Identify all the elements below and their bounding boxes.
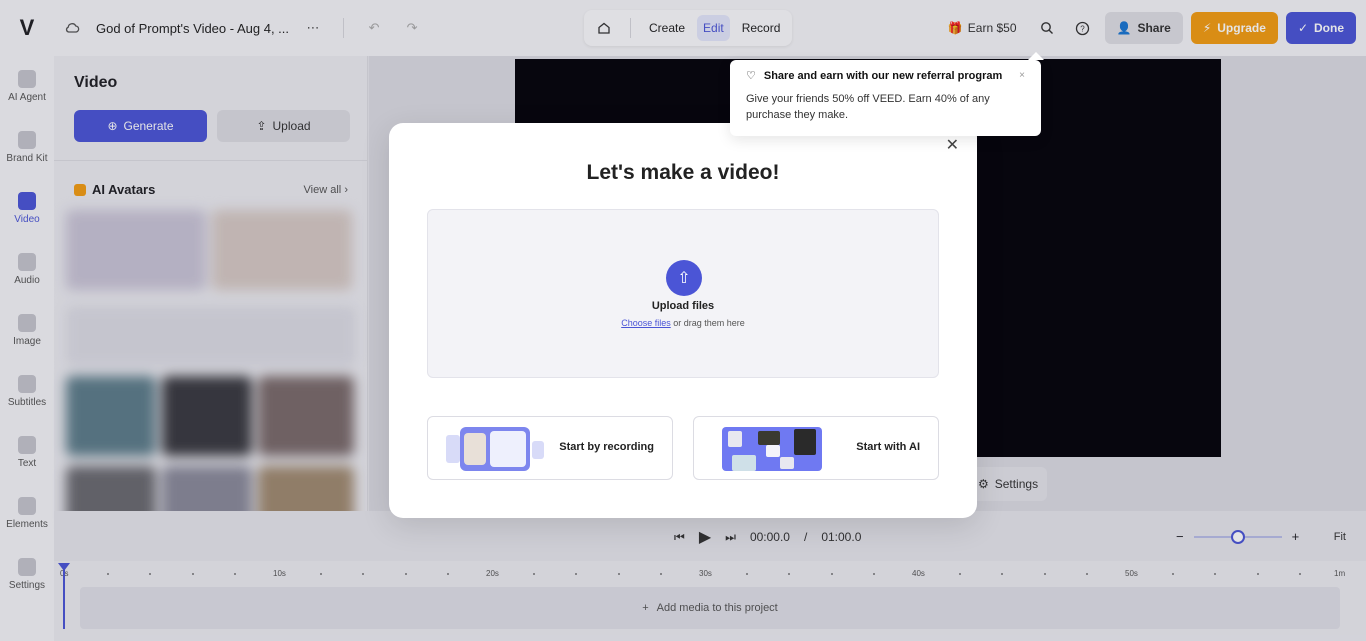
popover-title-row: ♡ Share and earn with our new referral p… (746, 69, 1003, 83)
ai-thumbnail (722, 427, 822, 471)
upload-dropzone[interactable]: ⇧ Upload files Choose files or drag them… (427, 209, 939, 378)
start-ai-card[interactable]: Start with AI (693, 416, 939, 480)
create-video-modal: ✕ Let's make a video! ⇧ Upload files Cho… (389, 123, 977, 518)
upload-subtitle: Choose files or drag them here (428, 318, 938, 328)
drag-text: or drag them here (673, 318, 745, 328)
heart-icon: ♡ (746, 70, 756, 82)
upload-title: Upload files (651, 300, 715, 312)
popover-title: Share and earn with our new referral pro… (763, 69, 1003, 82)
referral-popover: ♡ Share and earn with our new referral p… (730, 52, 1044, 136)
start-recording-label: Start by recording (559, 441, 654, 453)
close-icon[interactable]: ✕ (946, 135, 959, 155)
recording-thumbnail (446, 427, 546, 471)
modal-title: Let's make a video! (586, 161, 780, 184)
popover-body: Give your friends 50% off VEED. Earn 40%… (746, 93, 990, 121)
choose-files-link[interactable]: Choose files (621, 318, 671, 328)
popover-close-icon[interactable]: × (1019, 70, 1025, 81)
start-recording-card[interactable]: Start by recording (427, 416, 673, 480)
start-ai-label: Start with AI (856, 441, 920, 453)
cloud-upload-icon: ⇧ (666, 260, 702, 296)
